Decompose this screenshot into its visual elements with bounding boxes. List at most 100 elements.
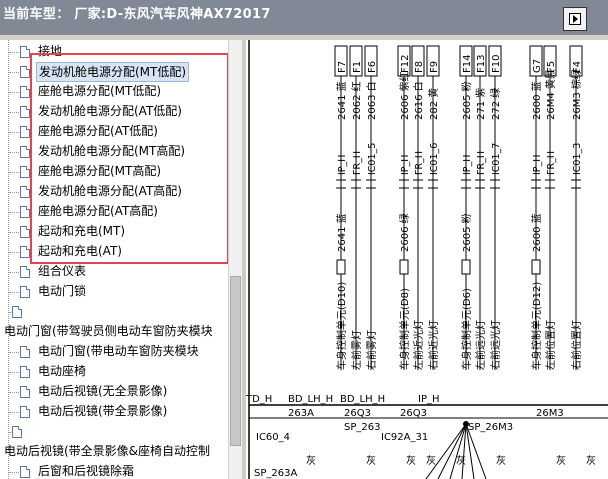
- document-icon: [20, 406, 30, 418]
- tree-item-label: 电动门窗(带电动车窗防夹模块: [38, 344, 199, 358]
- fuse-label: G7: [532, 59, 543, 73]
- tree-item[interactable]: 电动门窗(带电动车窗防夹模块: [0, 342, 228, 362]
- wire-color-label: 灰: [496, 454, 506, 467]
- wire: [425, 423, 467, 479]
- tree-item[interactable]: 电动座椅: [0, 362, 228, 382]
- wire-label: 282 黄: [427, 88, 440, 120]
- wire-label: 2062 红: [350, 81, 363, 120]
- fuse-label: F13: [476, 55, 487, 73]
- tree-item-label: 电动后视镜(带全景影像): [38, 404, 168, 418]
- connector-label: IC01_6: [429, 143, 440, 175]
- connector-label: IP_H: [532, 155, 543, 175]
- connector-terminal: [461, 259, 471, 275]
- tree-item[interactable]: 电动后视镜(带全景影像): [0, 402, 228, 422]
- component-label: 车身控制单元(D6): [460, 288, 473, 370]
- splice-label: SP_263: [344, 422, 380, 433]
- wire-color-label: 灰: [306, 454, 316, 467]
- connector-label: BD_LH_H: [340, 394, 385, 405]
- component-label: 右前位置灯: [570, 320, 583, 370]
- tree-scrollbar[interactable]: [228, 40, 242, 479]
- document-icon: [20, 366, 30, 378]
- tree-item[interactable]: [0, 302, 228, 322]
- document-icon: [20, 346, 30, 358]
- document-icon: [20, 266, 30, 278]
- document-icon: [20, 226, 30, 238]
- fuse-label: F12: [400, 55, 411, 73]
- document-icon: [20, 466, 30, 478]
- tree-item[interactable]: 电动门锁: [0, 282, 228, 302]
- connector-label: IP_H: [400, 155, 411, 175]
- connector-label: FR_H: [476, 151, 487, 175]
- scrollbar-thumb[interactable]: [230, 276, 241, 446]
- document-icon: [20, 166, 30, 178]
- connector-terminal: [531, 259, 541, 275]
- connector-terminal: [336, 259, 346, 275]
- tree-item-label: 电动门窗(带驾驶员侧电动车窗防夹模块: [4, 324, 213, 338]
- tree-item-label: 电动后视镜(带全景影像&座椅自动控制: [4, 444, 211, 458]
- wire-color-label: 灰: [456, 454, 466, 467]
- wire-label: 2600 蓝: [531, 213, 543, 252]
- splice-label: SP_263A: [254, 468, 297, 479]
- tree-item-label: 电动门锁: [38, 284, 87, 298]
- wire-label: 2616 白: [412, 81, 425, 120]
- wire-label: 2063 白: [365, 81, 378, 120]
- wire-label: 2605 粉: [460, 81, 473, 120]
- tree-item[interactable]: [0, 422, 228, 442]
- connector-label: FR_H: [546, 151, 557, 175]
- component-label: 左前位置灯: [544, 320, 557, 370]
- splice-label: SP_26M3: [468, 422, 513, 433]
- connector-label: BD_LH_H: [288, 394, 333, 405]
- fuse-label: F9: [429, 61, 440, 73]
- vehicle-model-title: 当前车型： 厂家:D-东风汽车风神AX72017: [3, 7, 271, 22]
- wire-color-label: 灰: [426, 454, 436, 467]
- panel-toggle-button[interactable]: [563, 7, 587, 31]
- connector-label: FR_H: [352, 151, 363, 175]
- wire-label: 26M3 棕绿: [570, 69, 583, 120]
- wire-label: 26M4 黄黑: [544, 69, 557, 120]
- tree-item[interactable]: 电动后视镜(带全景影像&座椅自动控制: [0, 442, 228, 462]
- wire-color-label: 灰: [586, 454, 596, 467]
- component-label: 左前近光灯: [412, 320, 425, 370]
- component-label: 车身控制单元(D12): [530, 282, 543, 370]
- tree-item[interactable]: 电动门窗(带驾驶员侧电动车窗防夹模块: [0, 322, 228, 342]
- component-label: 右前近光灯: [427, 320, 440, 370]
- connector-label: IP_H: [337, 155, 348, 175]
- wire-code-label: 26Q3: [344, 408, 371, 419]
- document-icon: [20, 126, 30, 138]
- component-label: 右前雾灯: [365, 330, 378, 370]
- document-icon: [12, 426, 22, 438]
- connector-terminal: [399, 259, 409, 275]
- wire-label: 271 紫: [475, 88, 487, 120]
- splice-label: IC92A_31: [381, 432, 428, 443]
- wire-label: 2641 蓝: [336, 213, 348, 252]
- wiring-diagram: F7 F1 F6 F12 F8 F9 F14 F13 F10 G7 F5 F4 2641 蓝 2062 红…: [246, 40, 608, 479]
- wire-code-label: 26Q3: [400, 408, 427, 419]
- document-icon: [20, 246, 30, 258]
- wire-code-label: 26M3: [536, 408, 564, 419]
- document-icon: [20, 86, 30, 98]
- wire-label: 2606 绿: [398, 213, 411, 252]
- tree-item[interactable]: 电动后视镜(无全景影像): [0, 382, 228, 402]
- component-label: 左前远光灯: [474, 320, 487, 370]
- tree-item-label: 后窗和后视镜除霜: [38, 464, 135, 478]
- fuse-label: F7: [337, 61, 348, 73]
- document-icon: [20, 146, 30, 158]
- fuse-label: F10: [491, 55, 502, 73]
- connector-label: FR_H: [414, 151, 425, 175]
- tree-item[interactable]: 组合仪表: [0, 262, 228, 282]
- document-icon: [20, 46, 30, 58]
- connector-label: IP_H: [462, 155, 473, 175]
- wire-label: 272 绿: [489, 88, 502, 120]
- fuse-label: F8: [414, 61, 425, 73]
- wire-color-label: 灰: [406, 454, 416, 467]
- connector-label: IP_H: [418, 394, 440, 405]
- connector-label: IC01_7: [491, 143, 502, 175]
- fuse-label: F1: [352, 61, 363, 73]
- document-icon: [20, 286, 30, 298]
- document-icon: [20, 106, 30, 118]
- component-label: 车身控制单元(D8): [398, 288, 411, 370]
- wire-label: 2605 粉: [460, 213, 473, 252]
- tree-item[interactable]: 后窗和后视镜除霜: [0, 462, 228, 479]
- wire-label: 2641 蓝: [336, 81, 348, 120]
- splice-label: IC60_4: [256, 432, 290, 443]
